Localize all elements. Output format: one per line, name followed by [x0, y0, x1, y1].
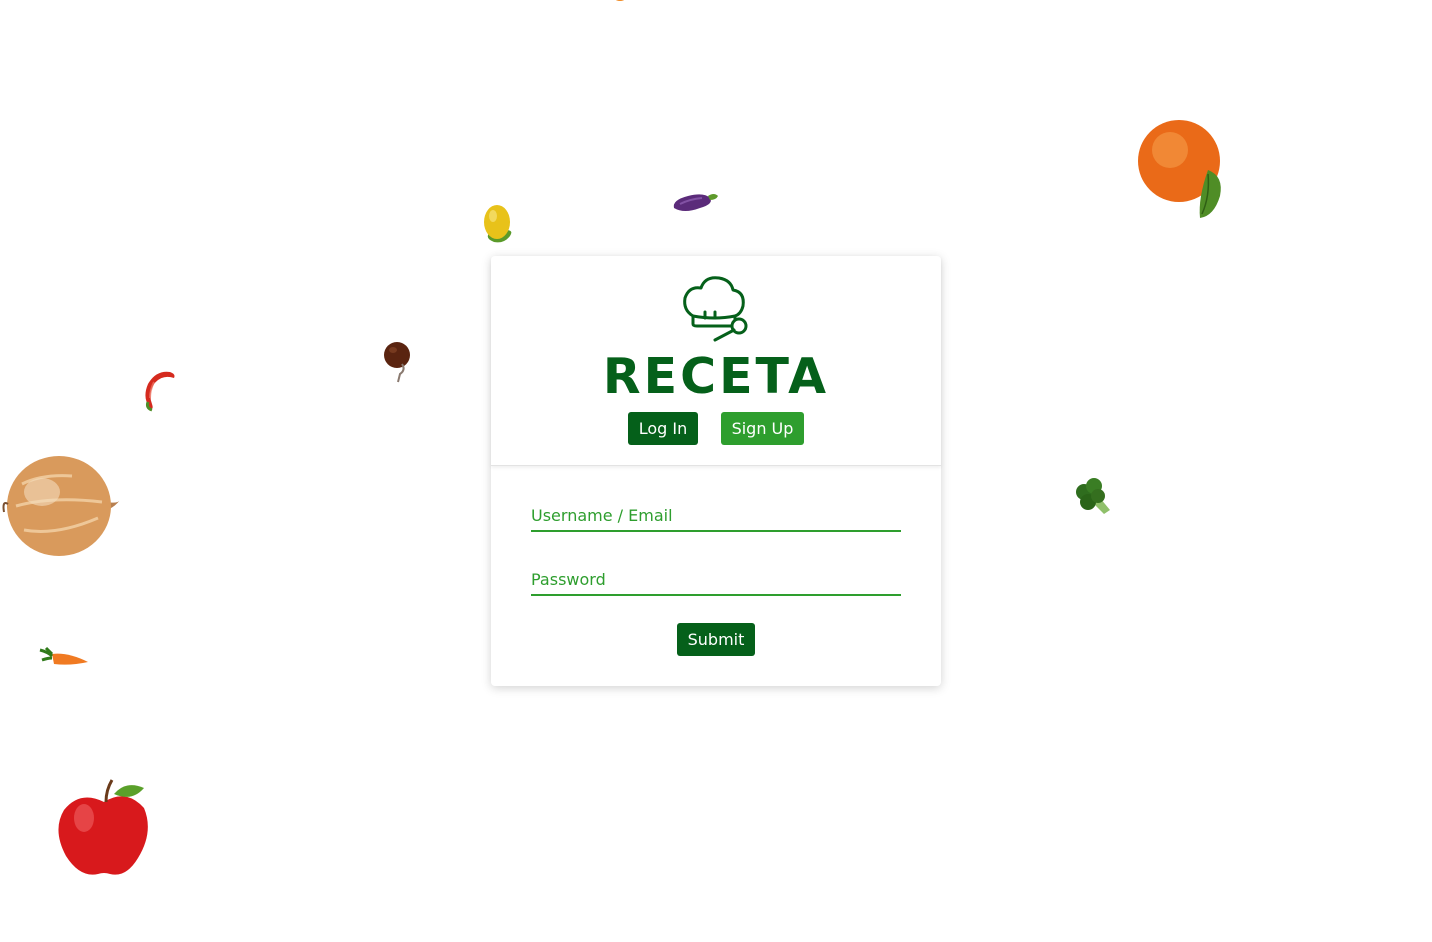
- hot-pepper-icon: [140, 368, 178, 414]
- carrot-icon: [38, 646, 90, 670]
- lemon-icon: [480, 202, 518, 244]
- password-input[interactable]: [531, 564, 901, 596]
- submit-button[interactable]: Submit: [677, 623, 755, 656]
- tab-login[interactable]: Log In: [628, 412, 698, 445]
- username-email-input[interactable]: [531, 500, 901, 532]
- broccoli-icon: [1074, 478, 1116, 520]
- orange-icon: [1138, 118, 1228, 222]
- tab-signup[interactable]: Sign Up: [721, 412, 804, 445]
- chef-hat-icon: [681, 274, 751, 344]
- onion-icon: [2, 454, 124, 558]
- brand-name: RECETA: [602, 348, 830, 405]
- login-card: RECETA Log In Sign Up Submit: [491, 256, 941, 686]
- apple-icon: [56, 778, 152, 880]
- card-header: RECETA Log In Sign Up: [491, 256, 941, 466]
- tangerine-icon: [608, 0, 632, 4]
- login-page: RECETA Log In Sign Up Submit: [0, 0, 1432, 942]
- chestnut-icon: [382, 340, 414, 384]
- eggplant-icon: [670, 186, 722, 218]
